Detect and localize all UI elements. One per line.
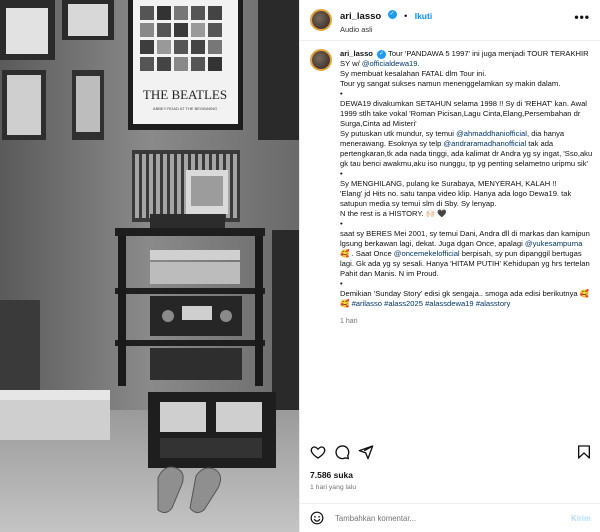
caption-link[interactable]: @andraramadhanofficial — [443, 139, 526, 148]
caption-fragment: Sy putuskan utk mundur, sy temui — [340, 129, 457, 138]
caption-link[interactable]: #alassdewa19 — [425, 299, 474, 308]
like-count[interactable]: 7.586 suka — [310, 470, 353, 480]
photo-scene: THE BEATLES ABBEY ROAD AT THE BEGINNING — [0, 0, 299, 532]
caption-line: 'Elang' jd Hits no. satu tanpa video kli… — [340, 189, 593, 209]
caption-line: Sy MENGHILANG, pulang ke Surabaya, MENYE… — [340, 179, 593, 189]
comment-input[interactable] — [333, 512, 572, 524]
caption-link[interactable]: @yukesampurna — [525, 239, 583, 248]
bookmark-icon[interactable] — [576, 444, 592, 460]
caption-fragment: • — [340, 89, 343, 98]
verified-icon: ✓ — [377, 49, 387, 59]
caption-line: Demikian 'Sunday Story' edisi gk sengaja… — [340, 289, 593, 309]
caption-link[interactable]: @oncemekelofficial — [394, 249, 460, 258]
separator-dot: • — [404, 11, 408, 21]
comment-icon[interactable] — [334, 444, 350, 460]
caption-line: • — [340, 169, 593, 179]
header-info: ari_lasso ✓ • Ikuti Audio asli — [340, 6, 432, 34]
share-icon[interactable] — [358, 444, 374, 460]
post-modal: THE BEATLES ABBEY ROAD AT THE BEGINNING — [0, 0, 600, 532]
caption-fragment: DEWA19 divakumkan SETAHUN selama 1998 !!… — [340, 99, 587, 128]
post-panel: ari_lasso ✓ • Ikuti Audio asli ••• ari_l… — [299, 0, 600, 532]
caption-line: ari_lasso ✓ Tour 'PANDAWA 5 1997' ini ju… — [340, 49, 593, 69]
audio-label[interactable]: Audio asli — [340, 25, 432, 34]
emoji-icon[interactable] — [310, 511, 324, 525]
poster-title: THE BEATLES — [143, 87, 227, 102]
caption-fragment: . — [417, 59, 420, 68]
caption-line: saat sy BERES Mei 2001, sy temui Dani, A… — [340, 229, 593, 279]
follow-button[interactable]: Ikuti — [415, 11, 432, 21]
caption-fragment: N the rest is a HISTORY. 🙌🏻 🖤 — [340, 209, 447, 218]
caption-line: • — [340, 279, 593, 289]
caption-line: • — [340, 89, 593, 99]
caption-fragment: 🥰 . Saat Once — [340, 249, 394, 258]
avatar[interactable] — [310, 9, 332, 31]
caption-line: DEWA19 divakumkan SETAHUN selama 1998 !!… — [340, 99, 593, 129]
caption-line: • — [340, 219, 593, 229]
post-photo[interactable]: THE BEATLES ABBEY ROAD AT THE BEGINNING — [0, 0, 299, 532]
caption-link[interactable]: #arilasso — [352, 299, 382, 308]
caption-avatar[interactable] — [310, 49, 332, 71]
post-header: ari_lasso ✓ • Ikuti Audio asli ••• — [300, 0, 600, 41]
caption-line: Sy putuskan utk mundur, sy temui @ahmadd… — [340, 129, 593, 169]
caption-link[interactable]: #alass2025 — [384, 299, 423, 308]
caption-fragment: Sy MENGHILANG, pulang ke Surabaya, MENYE… — [340, 179, 557, 188]
more-icon[interactable]: ••• — [574, 10, 590, 24]
poster-subtitle: ABBEY ROAD AT THE BEGINNING — [153, 106, 217, 111]
caption-text: ari_lasso ✓ Tour 'PANDAWA 5 1997' ini ju… — [340, 49, 593, 362]
caption-fragment: 'Elang' jd Hits no. satu tanpa video kli… — [340, 189, 572, 208]
caption-fragment: Tour yg sangat sukses namun menenggelamk… — [340, 79, 561, 88]
caption: ari_lasso ✓ Tour 'PANDAWA 5 1997' ini ju… — [310, 49, 593, 362]
caption-fragment: • — [340, 219, 343, 228]
caption-fragment — [373, 49, 375, 58]
caption-line: Sy membuat kesalahan FATAL dlm Tour ini. — [340, 69, 593, 79]
caption-fragment: Sy membuat kesalahan FATAL dlm Tour ini. — [340, 69, 487, 78]
send-button[interactable]: Kirim — [571, 514, 591, 523]
caption-fragment: • — [340, 279, 343, 288]
comment-bar: Kirim — [300, 503, 600, 532]
verified-icon: ✓ — [387, 10, 397, 20]
caption-link[interactable]: #alasstory — [476, 299, 511, 308]
action-bar — [308, 444, 594, 460]
caption-link[interactable]: @officialdewa19 — [362, 59, 418, 68]
caption-line: N the rest is a HISTORY. 🙌🏻 🖤 — [340, 209, 593, 219]
heart-icon[interactable] — [310, 444, 326, 460]
caption-fragment: • — [340, 169, 343, 178]
posted-time: 1 hari yang lalu — [310, 484, 357, 491]
caption-link[interactable]: @ahmaddhaniofficial — [456, 129, 527, 138]
username[interactable]: ari_lasso — [340, 11, 381, 22]
caption-line: Tour yg sangat sukses namun menenggelamk… — [340, 79, 593, 89]
caption-username[interactable]: ari_lasso — [340, 49, 373, 58]
caption-time: 1 hari — [340, 318, 358, 325]
